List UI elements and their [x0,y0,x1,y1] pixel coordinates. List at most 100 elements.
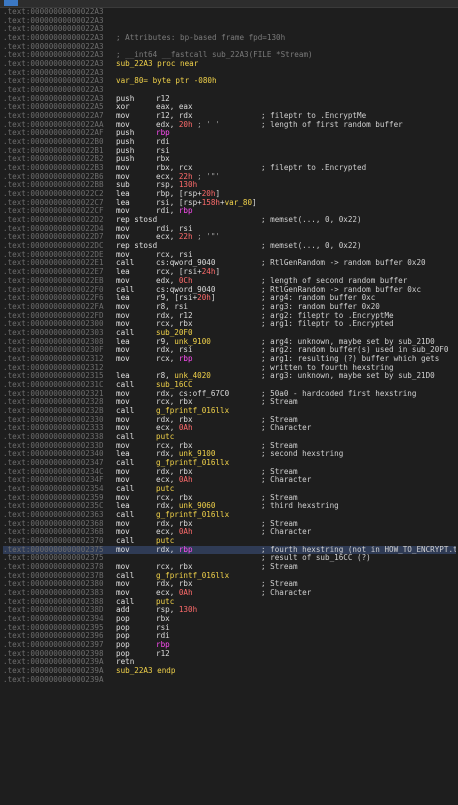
comment: ; Stream [261,397,298,407]
operand-part: rcx, [156,353,179,363]
operand-part: ] [215,189,221,199]
operand-part: ecx, [156,423,179,433]
operand-part: r8, [156,371,175,381]
operand-part: ] [215,267,221,277]
disassembly-window: .text:00000000000022A3 .text:000000000000… [0,0,458,805]
operand-part: ; ' ' [192,119,221,129]
symbol-reference[interactable]: g_fprintf_016llx [156,510,229,519]
comment: ; fileptr to .Encrypted [261,163,367,173]
operand-part: rbp [178,544,193,554]
operand-part: ] [252,197,257,207]
operand-part: rdx, rbx [156,414,193,424]
operand-part: ecx, [156,171,179,181]
symbol-reference[interactable]: putc [156,484,174,493]
operand-part: r9, [rsi+ [156,293,198,303]
operand-part: 20h [201,189,216,199]
operand-part: 22h [178,171,193,181]
symbol-reference[interactable]: unk_9100 [179,449,216,458]
operand-part: rdi, [156,206,179,216]
operand-part: 0Ah [178,423,193,433]
operand-part: 20h [197,293,211,303]
operand-part: rdi [156,137,170,147]
symbol-reference[interactable]: sub_20F0 [156,328,193,337]
symbol-reference[interactable]: g_fprintf_016llx [156,458,229,467]
operand-part: ; '"' [192,232,221,242]
operand-part: rsp, [156,605,179,615]
operand-part: rdx, [156,449,179,459]
operand-part: 0Ah [178,588,193,598]
operand-part: edx, [156,275,179,285]
operand-part: rcx, rbx [156,562,193,571]
operand-part: 0Ah [178,527,193,537]
operand-part: rbp [156,640,170,650]
operand-part: 20h [178,119,193,129]
operand-part: ; '"' [192,171,221,181]
disassembly-listing[interactable]: .text:00000000000022A3 .text:000000000000… [3,8,456,804]
address: .text:000000000000239A [3,674,104,684]
window-title-bar [0,0,458,8]
proc-label[interactable]: sub_22A3 proc near [116,59,198,69]
operand-part: rdx, r12 [156,310,193,320]
comment: ; third hexstring [261,501,339,511]
comment: ; RtlGenRandom -> random buffer 0x20 [261,258,426,268]
operand-part: rcx, rsi [156,249,193,259]
operand-part: 0Ah [178,475,193,485]
operand-part: rsi [156,622,170,632]
symbol-reference[interactable]: putc [156,536,174,545]
operand-part: rdx, rbx [156,518,193,528]
symbol-reference[interactable]: sub_16CC [156,380,193,389]
operand-part: ecx, [156,588,179,598]
operand-part: ecx, [156,527,179,537]
operand-part: 0Ch [178,275,193,285]
operand-part: rdx, cs:off_67C0 [156,388,234,398]
operand-part: rdx, rbx [156,466,193,476]
operand-part: ] [210,293,216,303]
symbol-reference[interactable]: putc [156,597,174,606]
operand-part: rsp, [156,180,179,190]
comment: ; Character [261,588,312,598]
proc-label[interactable]: var_80= byte ptr -080h [116,77,217,86]
comment: ; memset(..., 0, 0x22) [261,241,362,251]
operands: rdx, rbp [156,544,193,555]
proc-label[interactable]: sub_22A3 endp [116,666,175,676]
symbol-reference[interactable]: unk_4020 [174,371,211,380]
operand-part: rbp [156,128,170,138]
comment: ; Character [261,423,312,433]
operands: ecx, 22h ; '"' [156,233,220,242]
operand-part: ecx, [156,475,179,485]
operand-part: r12, rdx [156,111,193,121]
operand-part: rcx, rbx [156,397,193,407]
operand-part: rdx, [156,544,179,554]
operand-part: rcx, rbx [156,440,193,450]
comment: ; memset(..., 0, 0x22) [261,215,362,225]
operand-part: 158h [201,197,221,207]
comment: ; Character [261,475,312,485]
operand-part: r12 [156,648,170,658]
comment: ; arg1: fileptr to .Encrypted [261,319,394,329]
symbol-reference[interactable]: unk_9100 [174,337,211,346]
comment: ; length of first random buffer [261,119,403,129]
symbol-reference[interactable]: putc [156,432,174,441]
operands: rdi, rbp [156,207,193,216]
operand-part: rdx, [156,501,179,511]
operand-part: 130h [178,180,198,190]
operand-part: rbp, [rsp+ [156,189,202,199]
comment: ; arg3: unknown, maybe set by sub_21D0 [261,371,435,381]
listing-row[interactable]: .text:000000000000239A [3,674,456,685]
operand-part: rdi, rsi [156,223,193,233]
symbol-reference[interactable]: g_fprintf_016llx [156,406,229,415]
operand-part: rdx, rsi [156,345,193,355]
operand-part: r8, rsi [156,301,189,311]
symbol-reference[interactable]: g_fprintf_016llx [156,571,229,580]
mnemonic: mov [116,544,130,554]
operand-part: ecx, [156,232,179,242]
operand-part: rsi, [rsp+ [156,197,202,207]
toolbar-icon[interactable] [4,0,18,6]
symbol-reference[interactable]: unk_9060 [179,501,216,510]
operand-part: rsi [156,145,170,155]
operand-part: cs:qword_9040 [156,284,216,294]
header-comment: ; Attributes: bp-based frame fpd=130h [116,33,286,43]
operand-part: 22h [178,232,193,242]
operand-part: rbp [178,353,193,363]
comment: ; second hexstring [261,449,344,459]
